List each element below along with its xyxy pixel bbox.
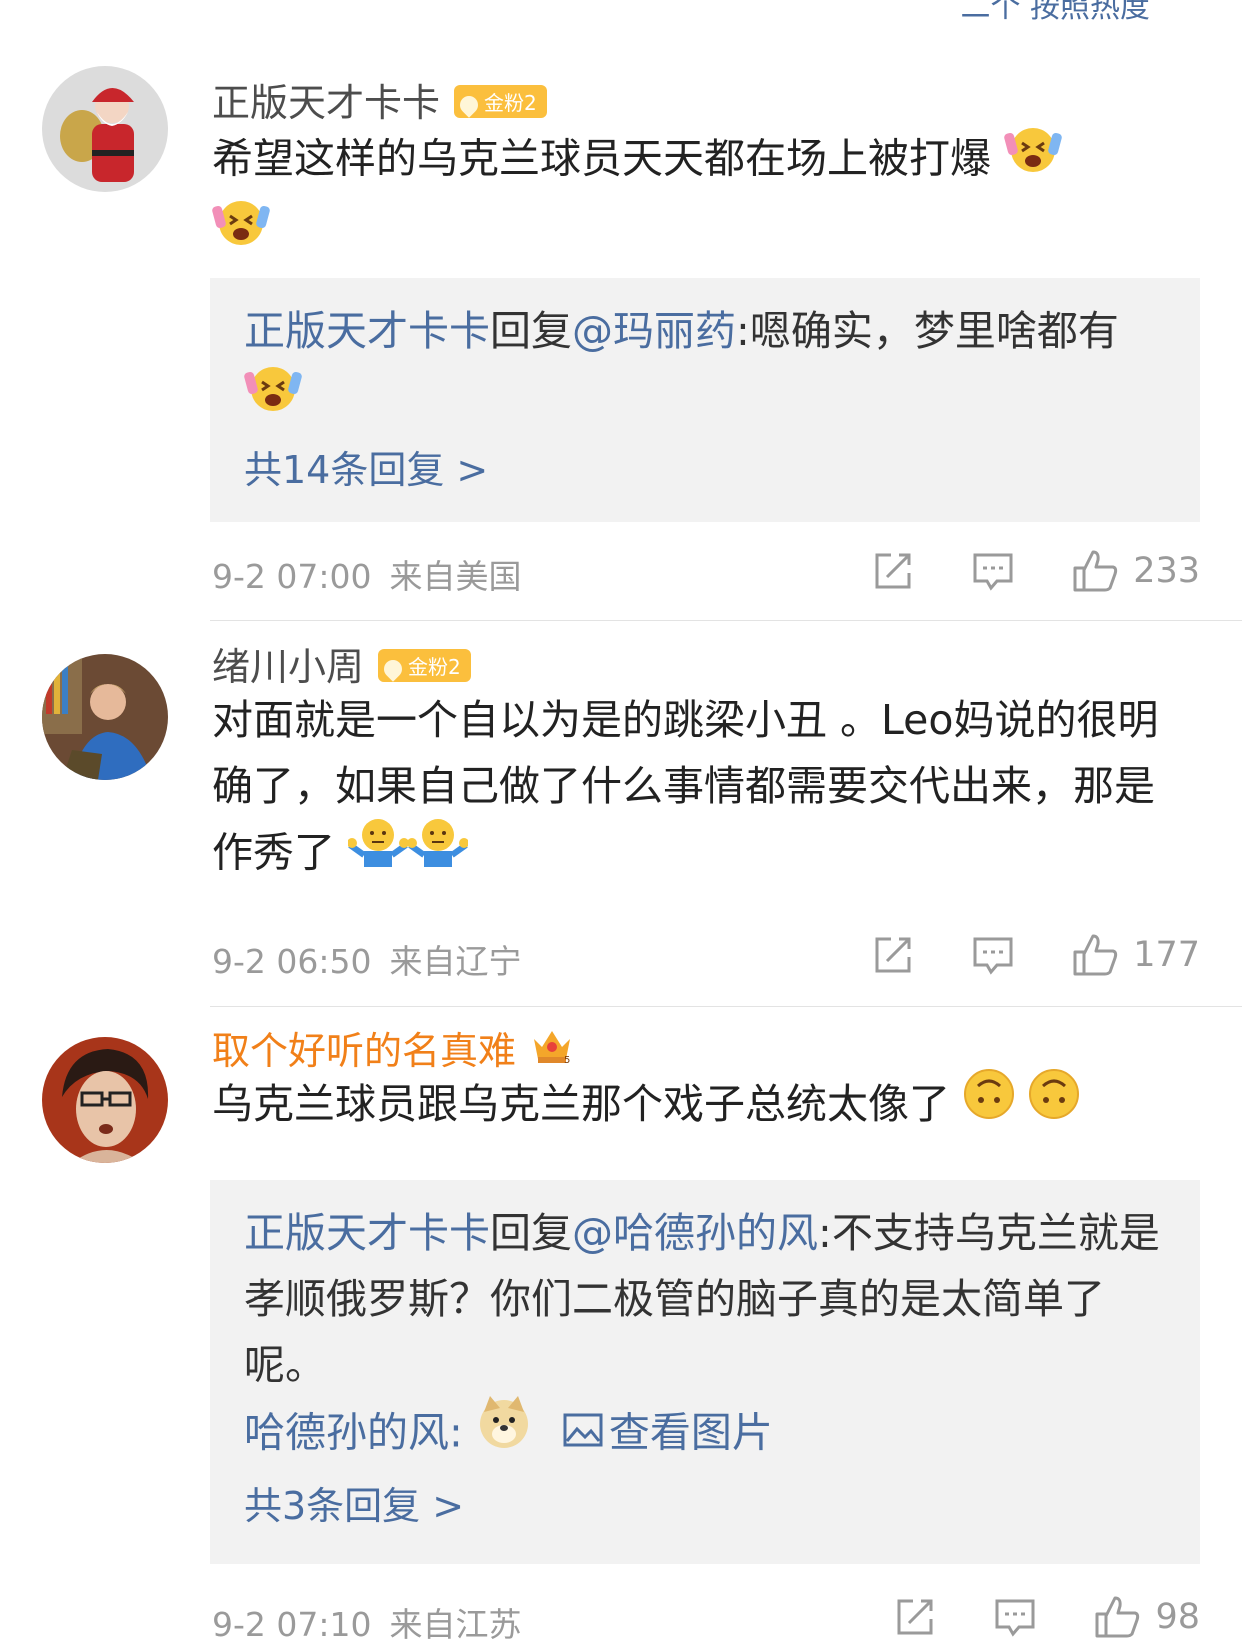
svg-text:5: 5 [564, 1055, 570, 1065]
like-icon [1073, 550, 1118, 592]
upside-down-emoji-icon [1028, 1068, 1080, 1139]
repost-button[interactable] [871, 933, 915, 977]
like-icon [1095, 1596, 1140, 1638]
username[interactable]: 绪川小周 金粉2 [212, 636, 471, 691]
comment-actions: 233 [815, 548, 1200, 594]
repost-button[interactable] [871, 549, 915, 593]
comment-text: 乌克兰球员跟乌克兰那个戏子总统太像了 [212, 1068, 1192, 1143]
reply-word: 回复 [490, 307, 572, 355]
doge-emoji-icon [476, 1394, 532, 1469]
repost-icon [875, 937, 911, 973]
man-avatar-icon [42, 654, 168, 780]
shrug-emoji-icon [407, 815, 470, 888]
view-image-link[interactable]: 查看图片 [609, 1409, 773, 1457]
repost-icon [875, 553, 911, 589]
repost-icon [897, 1599, 933, 1635]
comment-text: 希望这样的乌克兰球员天天都在场上被打爆 [212, 125, 1192, 271]
reply-author[interactable]: 正版天才卡卡 [244, 307, 490, 355]
reply-mention[interactable]: @玛丽药 [572, 307, 736, 355]
like-button[interactable]: 98 [1093, 1594, 1200, 1640]
timestamp: 9-2 07:00 [212, 557, 372, 596]
crown-icon: 5 [530, 1025, 574, 1074]
fan-badge: 金粉2 [378, 649, 471, 682]
divider [210, 1006, 1242, 1007]
avatar[interactable] [42, 654, 168, 780]
comment-text: 对面就是一个自以为是的跳梁小丑 。Leo妈说的很明确了，如果自己做了什么事情都需… [212, 687, 1192, 892]
like-count: 98 [1155, 1597, 1200, 1637]
like-count: 177 [1133, 935, 1200, 975]
sort-header-partial: 二个 按照热度 [960, 0, 1150, 25]
location: 来自江苏 [389, 1605, 522, 1644]
reply-author[interactable]: 正版天才卡卡 [244, 1209, 490, 1257]
like-button[interactable]: 233 [1071, 548, 1200, 594]
gem-icon [456, 91, 482, 118]
location: 来自美国 [389, 557, 522, 596]
comment-button[interactable] [971, 933, 1015, 977]
santa-avatar-icon [42, 66, 168, 192]
comment-button[interactable] [971, 549, 1015, 593]
reply-preview-box[interactable]: 正版天才卡卡回复@玛丽药:嗯确实，梦里啥都有 共14条回复 > [210, 278, 1200, 522]
laugh-cry-emoji-icon [212, 194, 270, 267]
anime-avatar-icon [42, 1037, 168, 1163]
like-button[interactable]: 177 [1071, 932, 1200, 978]
reply-word: 回复 [490, 1209, 572, 1257]
comment-icon [973, 553, 1013, 591]
fan-badge: 金粉2 [454, 85, 547, 118]
username[interactable]: 取个好听的名真难 5 [212, 1020, 574, 1078]
upside-down-emoji-icon [963, 1068, 1015, 1139]
shrug-emoji-icon [347, 815, 410, 888]
comment-meta: 9-2 06:50 来自辽宁 [212, 935, 522, 983]
like-icon [1073, 934, 1118, 976]
comment-actions: 98 [837, 1594, 1200, 1640]
laugh-cry-emoji-icon [244, 360, 302, 433]
comment-icon [973, 937, 1013, 975]
gem-icon [380, 655, 406, 682]
reply-mention[interactable]: @哈德孙的风 [572, 1209, 818, 1257]
comment-button[interactable] [993, 1595, 1037, 1639]
timestamp: 9-2 07:10 [212, 1605, 372, 1644]
timestamp: 9-2 06:50 [212, 942, 372, 981]
reply-author-2[interactable]: 哈德孙的风: [244, 1409, 463, 1457]
comment-actions: 177 [815, 932, 1200, 978]
comment-meta: 9-2 07:00 来自美国 [212, 550, 522, 598]
avatar[interactable] [42, 66, 168, 192]
reply-preview-box[interactable]: 正版天才卡卡回复@哈德孙的风:不支持乌克兰就是孝顺俄罗斯？你们二极管的脑子真的是… [210, 1180, 1200, 1564]
comment-icon [995, 1599, 1035, 1637]
reply-body: :嗯确实，梦里啥都有 [736, 307, 1119, 355]
comment-meta: 9-2 07:10 来自江苏 [212, 1598, 522, 1646]
laugh-cry-emoji-icon [1004, 121, 1062, 194]
location: 来自辽宁 [389, 942, 522, 981]
repost-button[interactable] [893, 1595, 937, 1639]
like-count: 233 [1133, 551, 1200, 591]
avatar[interactable] [42, 1037, 168, 1163]
more-replies-link[interactable]: 共3条回复 > [244, 1477, 1166, 1535]
image-icon [563, 1400, 603, 1466]
username[interactable]: 正版天才卡卡 金粉2 [212, 72, 547, 127]
divider [210, 620, 1242, 621]
more-replies-link[interactable]: 共14条回复 > [244, 441, 1166, 499]
